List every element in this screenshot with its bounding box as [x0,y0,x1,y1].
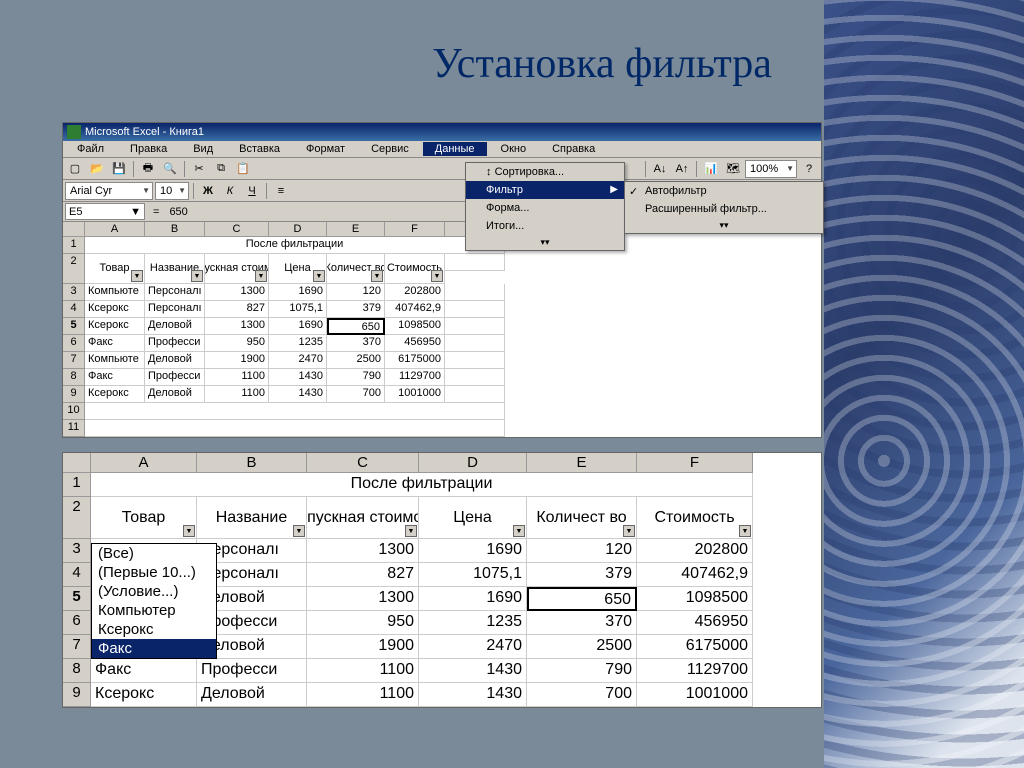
filter-arrow-icon[interactable]: ▼ [371,270,383,282]
row-3[interactable]: 3 [63,284,85,301]
cell[interactable]: 1690 [269,284,327,301]
hdr-tovar[interactable]: Товар▼ [85,254,145,284]
help-icon[interactable]: ? [799,160,819,178]
cell[interactable]: Персоналı [145,284,205,301]
filter-arrow-icon[interactable]: ▼ [623,525,635,537]
window-titlebar: Microsoft Excel - Книга1 [63,123,821,141]
hdr-otp[interactable]: Отпускная стоимост▼ [205,254,269,284]
map-icon[interactable]: 🗺 [723,160,743,178]
menu-edit[interactable]: Правка [118,142,179,156]
filter-all[interactable]: (Все) [92,544,216,563]
filter-arrow-icon[interactable]: ▼ [131,270,143,282]
submenu-advanced[interactable]: Расширенный фильтр... [625,200,823,218]
hdr-price[interactable]: Цена▼ [269,254,327,284]
window-title: Microsoft Excel - Книга1 [85,126,204,138]
filter-arrow-icon[interactable]: ▼ [405,525,417,537]
filter-arrow-icon[interactable]: ▼ [255,270,267,282]
active-cell[interactable]: 650 [527,587,637,611]
cut-icon[interactable]: ✂ [189,160,209,178]
submenu-expand-icon[interactable]: ▾▾ [625,218,823,233]
filter-arrow-icon[interactable]: ▼ [513,525,525,537]
formula-value[interactable]: 650 [165,206,187,218]
hdr-qty[interactable]: Количест во▼ [327,254,385,284]
hdr-cost[interactable]: Стоимость▼ [385,254,445,284]
filter-arrow-icon[interactable]: ▼ [183,525,195,537]
save-icon[interactable]: 💾 [109,160,129,178]
filter-arrow-icon[interactable]: ▼ [191,270,203,282]
menu-expand-icon[interactable]: ▾▾ [466,235,624,250]
preview-icon[interactable]: 🔍 [160,160,180,178]
filter-item-selected[interactable]: Факс [92,639,216,658]
print-icon[interactable]: 🖶 [138,160,158,178]
hdr-nazv[interactable]: Название▼ [145,254,205,284]
menu-sort[interactable]: ↕ Сортировка... [466,163,624,181]
filter-arrow-icon[interactable]: ▼ [739,525,751,537]
menu-tools[interactable]: Сервис [359,142,421,156]
sort-desc-icon[interactable]: A↑ [672,160,692,178]
cell[interactable]: 1300 [205,284,269,301]
copy-icon[interactable]: ⧉ [211,160,231,178]
row-1[interactable]: 1 [63,237,85,254]
name-box[interactable]: E5▼ [65,203,145,220]
menu-form[interactable]: Форма... [466,199,624,217]
menu-filter[interactable]: Фильтр▶ [466,181,624,199]
equals-label: = [147,206,165,218]
filter-top10[interactable]: (Первые 10...) [92,563,216,582]
autofilter-dropdown[interactable]: (Все) (Первые 10...) (Условие...) Компью… [91,543,217,659]
title-cell[interactable]: После фильтрации [85,237,505,254]
col-C[interactable]: C [205,222,269,237]
excel-window-top: Microsoft Excel - Книга1 Файл Правка Вид… [62,122,822,438]
open-icon[interactable]: 📂 [87,160,107,178]
filter-submenu: ✓Автофильтр Расширенный фильтр... ▾▾ [624,181,824,234]
menu-help[interactable]: Справка [540,142,607,156]
menu-insert[interactable]: Вставка [227,142,292,156]
excel-zoom-bottom: A B C D E F 1 После фильтрации 2 Товар▼ … [62,452,822,708]
font-size-combo[interactable]: 10▼ [155,182,189,200]
cell[interactable]: Компьюте [85,284,145,301]
filter-item[interactable]: Компьютер [92,601,216,620]
filter-arrow-icon[interactable]: ▼ [313,270,325,282]
spreadsheet-top[interactable]: A B C D E F G 1 После фильтрации 2 Товар… [63,222,821,437]
sort-asc-icon[interactable]: A↓ [650,160,670,178]
underline-button[interactable]: Ч [242,182,262,200]
standard-toolbar: ▢ 📂 💾 🖶 🔍 ✂ ⧉ 📋 A↓ A↑ 📊 🗺 100%▼ ? [63,158,821,180]
filter-item[interactable]: Ксерокс [92,620,216,639]
data-dropdown: ↕ Сортировка... Фильтр▶ Форма... Итоги..… [465,162,625,251]
align-left-icon[interactable]: ≡ [271,182,291,200]
zoom-combo[interactable]: 100%▼ [745,160,797,178]
filter-arrow-icon[interactable]: ▼ [431,270,443,282]
col-D[interactable]: D [269,222,327,237]
menu-format[interactable]: Формат [294,142,357,156]
chart-icon[interactable]: 📊 [701,160,721,178]
active-cell[interactable]: 650 [327,318,385,335]
filter-arrow-icon[interactable]: ▼ [293,525,305,537]
menu-file[interactable]: Файл [65,142,116,156]
row-2[interactable]: 2 [63,254,85,284]
col-E[interactable]: E [327,222,385,237]
font-combo[interactable]: Arial Cyr▼ [65,182,153,200]
cell[interactable]: 202800 [385,284,445,301]
col-F[interactable]: F [385,222,445,237]
select-all-corner[interactable] [63,453,91,473]
select-all-corner[interactable] [63,222,85,237]
menu-window[interactable]: Окно [489,142,539,156]
decorative-wave-art [824,0,1024,768]
submenu-autofilter[interactable]: ✓Автофильтр [625,182,823,200]
menu-totals[interactable]: Итоги... [466,217,624,235]
col-A[interactable]: A [85,222,145,237]
paste-icon[interactable]: 📋 [233,160,253,178]
cell[interactable]: 120 [327,284,385,301]
menu-bar: Файл Правка Вид Вставка Формат Сервис Да… [63,141,821,158]
new-icon[interactable]: ▢ [65,160,85,178]
col-B[interactable]: B [145,222,205,237]
italic-button[interactable]: К [220,182,240,200]
excel-icon [67,125,81,139]
menu-view[interactable]: Вид [181,142,225,156]
filter-condition[interactable]: (Условие...) [92,582,216,601]
menu-data[interactable]: Данные [423,142,487,156]
bold-button[interactable]: Ж [198,182,218,200]
